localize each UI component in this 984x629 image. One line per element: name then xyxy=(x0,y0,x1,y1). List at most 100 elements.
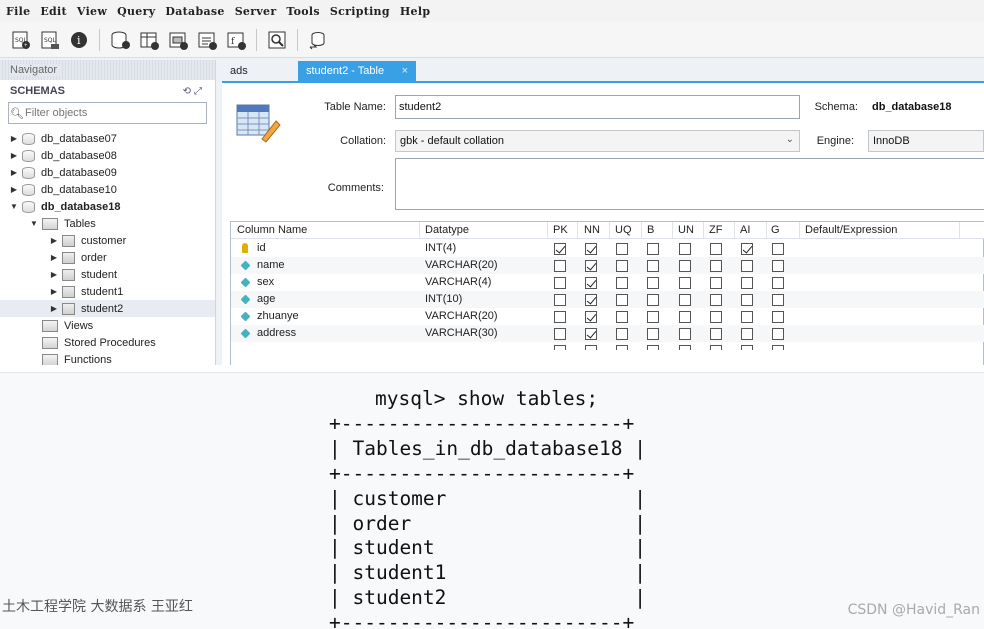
create-procedure-icon[interactable] xyxy=(196,29,218,51)
flag-checkbox-uq[interactable] xyxy=(616,277,628,289)
flag-checkbox[interactable] xyxy=(679,345,691,350)
tree-item-views[interactable]: Views xyxy=(0,317,215,334)
datatype-cell[interactable]: VARCHAR(20) xyxy=(425,308,498,325)
column-header-g[interactable]: G xyxy=(771,222,780,239)
flag-checkbox-g[interactable] xyxy=(772,294,784,306)
flag-checkbox-pk[interactable] xyxy=(554,277,566,289)
column-divider[interactable] xyxy=(672,222,673,239)
flag-checkbox[interactable] xyxy=(585,345,597,350)
collapse-arrow-icon[interactable]: ▼ xyxy=(8,202,20,211)
menu-file[interactable]: File xyxy=(4,5,38,18)
flag-checkbox-g[interactable] xyxy=(772,277,784,289)
table-name-input[interactable] xyxy=(395,95,800,119)
close-icon[interactable]: × xyxy=(402,65,408,77)
flag-checkbox-b[interactable] xyxy=(647,328,659,340)
tab-ads[interactable]: ads xyxy=(222,61,298,81)
flag-checkbox-g[interactable] xyxy=(772,328,784,340)
flag-checkbox-pk[interactable] xyxy=(554,294,566,306)
column-header-nn[interactable]: NN xyxy=(584,222,600,239)
create-table-icon[interactable] xyxy=(138,29,160,51)
flag-checkbox-un[interactable] xyxy=(679,243,691,255)
tab-student2-table[interactable]: student2 - Table × xyxy=(298,61,416,81)
tree-item-functions[interactable]: Functions xyxy=(0,351,215,365)
tree-item-order[interactable]: ▶ order xyxy=(0,249,215,266)
column-divider[interactable] xyxy=(609,222,610,239)
flag-checkbox-b[interactable] xyxy=(647,277,659,289)
tree-item-db_database18[interactable]: ▼ db_database18 xyxy=(0,198,215,215)
create-view-icon[interactable] xyxy=(167,29,189,51)
menu-tools[interactable]: Tools xyxy=(284,5,327,18)
menu-scripting[interactable]: Scripting xyxy=(328,5,398,18)
flag-checkbox-un[interactable] xyxy=(679,277,691,289)
flag-checkbox-ai[interactable] xyxy=(741,260,753,272)
tree-item-customer[interactable]: ▶ customer xyxy=(0,232,215,249)
filter-objects-input[interactable] xyxy=(25,107,195,119)
flag-checkbox-b[interactable] xyxy=(647,243,659,255)
table-row[interactable]: zhuanye VARCHAR(20) xyxy=(231,308,984,325)
flag-checkbox-g[interactable] xyxy=(772,311,784,323)
flag-checkbox-uq[interactable] xyxy=(616,260,628,272)
menu-view[interactable]: View xyxy=(75,5,115,18)
tree-item-db_database08[interactable]: ▶ db_database08 xyxy=(0,147,215,164)
flag-checkbox-nn[interactable] xyxy=(585,277,597,289)
menu-query[interactable]: Query xyxy=(115,5,163,18)
column-header-default-expression[interactable]: Default/Expression xyxy=(805,222,897,239)
datatype-cell[interactable]: INT(4) xyxy=(425,240,456,257)
flag-checkbox-uq[interactable] xyxy=(616,311,628,323)
flag-checkbox-un[interactable] xyxy=(679,328,691,340)
column-divider[interactable] xyxy=(959,222,960,239)
flag-checkbox-nn[interactable] xyxy=(585,243,597,255)
expand-arrow-icon[interactable]: ▶ xyxy=(48,304,60,313)
menu-edit[interactable]: Edit xyxy=(38,5,75,18)
column-name-cell[interactable]: id xyxy=(257,240,266,257)
engine-select[interactable]: InnoDB xyxy=(868,130,984,152)
flag-checkbox-g[interactable] xyxy=(772,260,784,272)
flag-checkbox-nn[interactable] xyxy=(585,294,597,306)
datatype-cell[interactable]: VARCHAR(4) xyxy=(425,274,491,291)
tree-item-db_database07[interactable]: ▶ db_database07 xyxy=(0,130,215,147)
comments-textarea[interactable] xyxy=(395,158,984,210)
expand-arrow-icon[interactable]: ▶ xyxy=(8,134,20,143)
column-header-pk[interactable]: PK xyxy=(553,222,568,239)
tree-item-db_database09[interactable]: ▶ db_database09 xyxy=(0,164,215,181)
table-row[interactable]: address VARCHAR(30) xyxy=(231,325,984,342)
column-header-zf[interactable]: ZF xyxy=(709,222,722,239)
flag-checkbox-pk[interactable] xyxy=(554,311,566,323)
flag-checkbox-b[interactable] xyxy=(647,311,659,323)
collation-select[interactable]: gbk - default collation ⌄ xyxy=(395,130,800,152)
datatype-cell[interactable]: VARCHAR(30) xyxy=(425,325,498,342)
flag-checkbox-b[interactable] xyxy=(647,294,659,306)
column-name-cell[interactable]: age xyxy=(257,291,275,308)
flag-checkbox-un[interactable] xyxy=(679,294,691,306)
table-row[interactable]: sex VARCHAR(4) xyxy=(231,274,984,291)
create-function-icon[interactable]: f xyxy=(225,29,247,51)
flag-checkbox-zf[interactable] xyxy=(710,294,722,306)
flag-checkbox[interactable] xyxy=(710,345,722,350)
expand-arrow-icon[interactable]: ▶ xyxy=(8,185,20,194)
expand-arrow-icon[interactable]: ▶ xyxy=(8,151,20,160)
menu-help[interactable]: Help xyxy=(398,5,438,18)
flag-checkbox[interactable] xyxy=(647,345,659,350)
expand-arrow-icon[interactable]: ▶ xyxy=(48,253,60,262)
tree-item-tables[interactable]: ▼ Tables xyxy=(0,215,215,232)
tree-item-student1[interactable]: ▶ student1 xyxy=(0,283,215,300)
column-name-cell[interactable]: address xyxy=(257,325,296,342)
flag-checkbox[interactable] xyxy=(772,345,784,350)
flag-checkbox-un[interactable] xyxy=(679,311,691,323)
flag-checkbox-uq[interactable] xyxy=(616,294,628,306)
flag-checkbox-zf[interactable] xyxy=(710,260,722,272)
column-divider[interactable] xyxy=(703,222,704,239)
menu-database[interactable]: Database xyxy=(163,5,232,18)
search-table-data-icon[interactable] xyxy=(266,29,288,51)
tree-item-stored-procedures[interactable]: Stored Procedures xyxy=(0,334,215,351)
flag-checkbox-pk[interactable] xyxy=(554,328,566,340)
column-header-b[interactable]: B xyxy=(647,222,654,239)
flag-checkbox-nn[interactable] xyxy=(585,311,597,323)
reconnect-icon[interactable] xyxy=(307,29,329,51)
flag-checkbox-un[interactable] xyxy=(679,260,691,272)
flag-checkbox-nn[interactable] xyxy=(585,260,597,272)
column-header-datatype[interactable]: Datatype xyxy=(425,222,469,239)
open-sql-script-icon[interactable]: SQL xyxy=(39,29,61,51)
flag-checkbox-ai[interactable] xyxy=(741,311,753,323)
expand-arrow-icon[interactable]: ▶ xyxy=(48,270,60,279)
